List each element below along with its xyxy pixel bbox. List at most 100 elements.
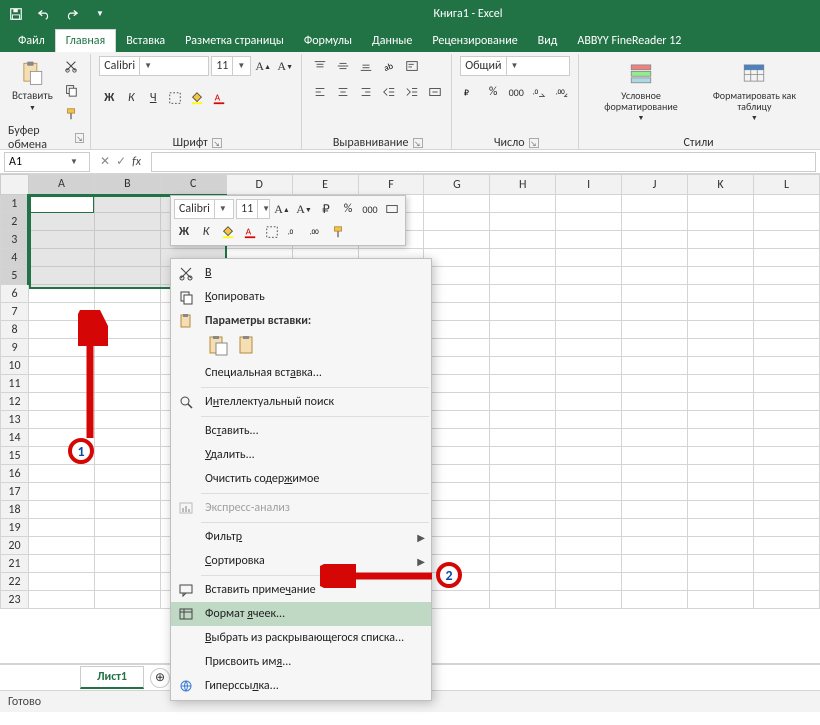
col-header-F[interactable]: F bbox=[358, 175, 424, 195]
row-header-12[interactable]: 12 bbox=[1, 393, 29, 411]
cell[interactable] bbox=[424, 519, 490, 537]
cell[interactable] bbox=[490, 213, 556, 231]
row-header-5[interactable]: 5 bbox=[1, 267, 29, 285]
font-name-combo[interactable]: Calibri▼ bbox=[99, 56, 209, 76]
name-box[interactable]: ▼ bbox=[4, 152, 90, 172]
col-header-L[interactable]: L bbox=[753, 175, 819, 195]
cell[interactable] bbox=[556, 537, 622, 555]
cell[interactable] bbox=[688, 231, 754, 249]
cell[interactable] bbox=[556, 339, 622, 357]
cell[interactable] bbox=[622, 447, 688, 465]
cell[interactable] bbox=[556, 213, 622, 231]
cell[interactable] bbox=[753, 213, 819, 231]
cell[interactable] bbox=[424, 411, 490, 429]
select-all-corner[interactable] bbox=[1, 175, 29, 195]
cell[interactable] bbox=[556, 591, 622, 609]
cut-icon[interactable] bbox=[61, 56, 81, 76]
cell[interactable] bbox=[28, 483, 94, 501]
cell[interactable] bbox=[688, 483, 754, 501]
cell[interactable] bbox=[753, 393, 819, 411]
cell[interactable] bbox=[424, 339, 490, 357]
cell[interactable] bbox=[556, 303, 622, 321]
row-header-8[interactable]: 8 bbox=[1, 321, 29, 339]
cell[interactable] bbox=[424, 321, 490, 339]
cell[interactable] bbox=[94, 537, 160, 555]
cell[interactable] bbox=[424, 429, 490, 447]
mini-fill-color-icon[interactable] bbox=[218, 222, 238, 242]
cell[interactable] bbox=[490, 555, 556, 573]
mini-dec-decimal-icon[interactable]: ,00 bbox=[306, 222, 326, 242]
cell[interactable] bbox=[424, 357, 490, 375]
cell[interactable] bbox=[753, 483, 819, 501]
align-left-icon[interactable] bbox=[310, 82, 330, 102]
mini-merge-icon[interactable] bbox=[382, 199, 402, 219]
cell[interactable] bbox=[753, 447, 819, 465]
ctx-insert[interactable]: Вставить... bbox=[171, 419, 431, 443]
cell[interactable] bbox=[94, 231, 160, 249]
cell[interactable] bbox=[490, 285, 556, 303]
row-header-13[interactable]: 13 bbox=[1, 411, 29, 429]
cell[interactable] bbox=[753, 519, 819, 537]
align-bottom-icon[interactable] bbox=[356, 56, 376, 76]
cell[interactable] bbox=[753, 195, 819, 213]
col-header-A[interactable]: A bbox=[28, 175, 94, 195]
row-header-22[interactable]: 22 bbox=[1, 573, 29, 591]
cell[interactable] bbox=[622, 249, 688, 267]
cell[interactable] bbox=[622, 591, 688, 609]
col-header-K[interactable]: K bbox=[688, 175, 754, 195]
cell[interactable] bbox=[28, 285, 94, 303]
ctx-format-cells[interactable]: Формат ячеек... bbox=[171, 602, 431, 626]
cell[interactable] bbox=[622, 483, 688, 501]
cell[interactable] bbox=[94, 591, 160, 609]
cell[interactable] bbox=[28, 267, 94, 285]
cell[interactable] bbox=[94, 285, 160, 303]
cell[interactable] bbox=[424, 267, 490, 285]
col-header-I[interactable]: I bbox=[556, 175, 622, 195]
cell[interactable] bbox=[28, 519, 94, 537]
row-header-20[interactable]: 20 bbox=[1, 537, 29, 555]
row-header-7[interactable]: 7 bbox=[1, 303, 29, 321]
cell[interactable] bbox=[28, 501, 94, 519]
cell[interactable] bbox=[556, 393, 622, 411]
alignment-dialog-launcher[interactable]: ↘ bbox=[413, 138, 423, 148]
col-header-B[interactable]: B bbox=[94, 175, 160, 195]
cell[interactable] bbox=[688, 501, 754, 519]
cell[interactable] bbox=[622, 357, 688, 375]
mini-inc-decimal-icon[interactable]: ,0 bbox=[284, 222, 304, 242]
cell[interactable] bbox=[556, 267, 622, 285]
cell[interactable] bbox=[424, 537, 490, 555]
mini-thousands-icon[interactable]: 000 bbox=[360, 199, 380, 219]
decrease-font-icon[interactable]: A▼ bbox=[275, 56, 295, 76]
cell[interactable] bbox=[622, 411, 688, 429]
cell[interactable] bbox=[688, 285, 754, 303]
cell[interactable] bbox=[753, 339, 819, 357]
row-header-11[interactable]: 11 bbox=[1, 375, 29, 393]
undo-icon[interactable] bbox=[34, 4, 54, 24]
cell[interactable] bbox=[556, 411, 622, 429]
cell[interactable] bbox=[688, 321, 754, 339]
cancel-formula-icon[interactable]: ✕ bbox=[100, 154, 110, 169]
tab-data[interactable]: Данные bbox=[362, 30, 422, 52]
cell[interactable] bbox=[556, 285, 622, 303]
merge-cells-icon[interactable] bbox=[425, 82, 445, 102]
cell[interactable] bbox=[622, 375, 688, 393]
col-header-C[interactable]: C bbox=[160, 175, 226, 195]
cell[interactable] bbox=[556, 555, 622, 573]
cell[interactable] bbox=[28, 555, 94, 573]
font-size-combo[interactable]: 11▼ bbox=[211, 56, 251, 76]
cell[interactable] bbox=[490, 429, 556, 447]
row-header-19[interactable]: 19 bbox=[1, 519, 29, 537]
cell[interactable] bbox=[622, 303, 688, 321]
col-header-J[interactable]: J bbox=[622, 175, 688, 195]
mini-font-combo[interactable]: Calibri▼ bbox=[174, 199, 234, 219]
borders-icon[interactable] bbox=[165, 88, 185, 108]
fill-color-icon[interactable] bbox=[187, 88, 207, 108]
decrease-decimal-icon[interactable]: ,00 bbox=[552, 82, 572, 102]
cell[interactable] bbox=[622, 537, 688, 555]
cell[interactable] bbox=[753, 465, 819, 483]
row-header-21[interactable]: 21 bbox=[1, 555, 29, 573]
row-header-23[interactable]: 23 bbox=[1, 591, 29, 609]
ctx-filter[interactable]: Фильтр▶ bbox=[171, 525, 431, 549]
mini-bold-button[interactable]: Ж bbox=[174, 222, 194, 242]
paste-option-default-icon[interactable] bbox=[207, 335, 229, 357]
